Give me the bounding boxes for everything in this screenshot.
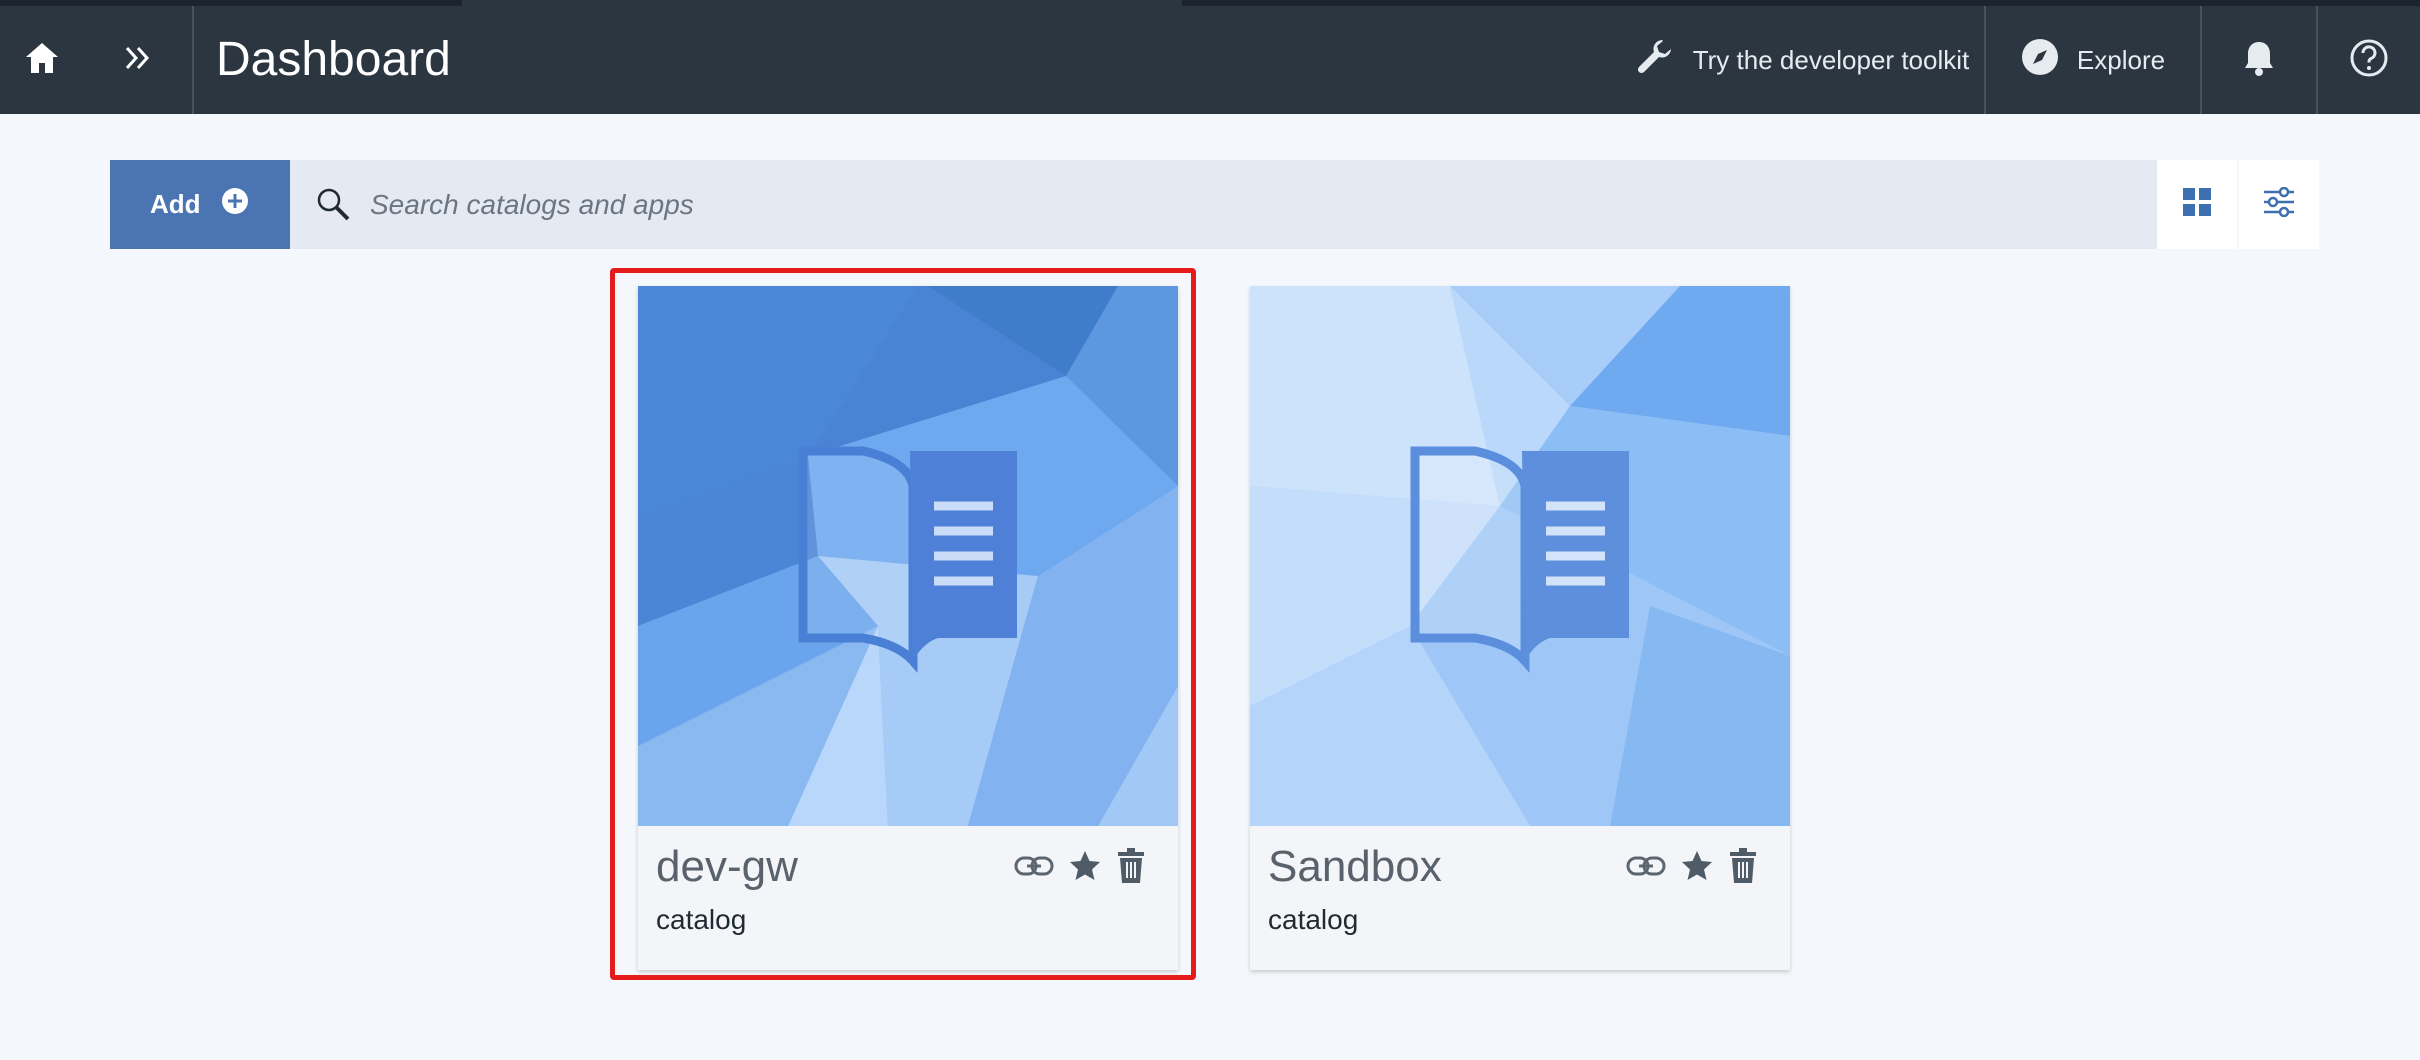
card-title: Sandbox bbox=[1268, 842, 1442, 891]
card-artwork bbox=[1250, 286, 1790, 826]
toolbar: Add bbox=[110, 160, 2319, 249]
catalog-card[interactable]: Sandbox catalog bbox=[1250, 286, 1790, 970]
add-button[interactable]: Add bbox=[110, 160, 290, 249]
notifications-button[interactable] bbox=[2202, 6, 2316, 114]
search-bar[interactable] bbox=[290, 160, 2167, 249]
filter-sliders-icon bbox=[2263, 186, 2295, 222]
wrench-icon bbox=[1635, 37, 1675, 84]
search-input[interactable] bbox=[368, 187, 2072, 222]
grid-view-button[interactable] bbox=[2157, 160, 2237, 249]
chevron-double-right-icon bbox=[124, 45, 152, 76]
compass-icon bbox=[2021, 38, 2059, 83]
home-icon bbox=[24, 41, 60, 80]
home-button[interactable] bbox=[0, 6, 84, 114]
add-label: Add bbox=[150, 189, 201, 219]
developer-toolkit-button[interactable]: Try the developer toolkit bbox=[1620, 6, 1984, 114]
link-icon[interactable] bbox=[1626, 853, 1666, 879]
developer-toolkit-label: Try the developer toolkit bbox=[1692, 44, 1970, 75]
plus-circle-icon bbox=[221, 187, 249, 222]
card-type: catalog bbox=[1268, 904, 1359, 935]
card-actions bbox=[1626, 848, 1758, 884]
page-title: Dashboard bbox=[216, 33, 451, 86]
help-button[interactable] bbox=[2318, 6, 2420, 114]
star-icon[interactable] bbox=[1680, 849, 1714, 883]
selection-highlight bbox=[610, 268, 1196, 980]
explore-label: Explore bbox=[2076, 44, 2166, 75]
help-icon bbox=[2349, 38, 2389, 83]
bell-icon bbox=[2243, 39, 2275, 82]
search-icon bbox=[314, 185, 354, 225]
expand-nav-button[interactable] bbox=[84, 6, 192, 114]
trash-icon[interactable] bbox=[1728, 848, 1758, 884]
header-divider bbox=[192, 6, 194, 114]
header-bar: Dashboard Try the developer toolkit Expl… bbox=[0, 6, 2420, 114]
filter-button[interactable] bbox=[2239, 160, 2319, 249]
explore-button[interactable]: Explore bbox=[1986, 6, 2200, 114]
grid-view-icon bbox=[2182, 187, 2212, 222]
